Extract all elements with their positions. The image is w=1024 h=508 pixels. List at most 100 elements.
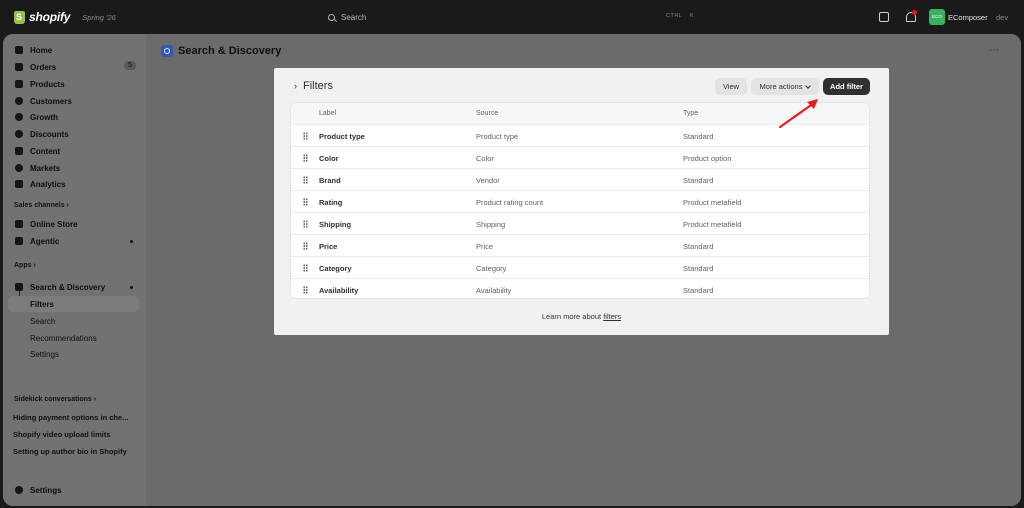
agentic-icon: [15, 237, 23, 245]
sidebar-item-growth[interactable]: Growth: [8, 109, 139, 125]
more-options-icon[interactable]: ⋯: [989, 45, 1000, 56]
store-suffix: dev: [996, 13, 1009, 22]
sidebar-item-settings[interactable]: Settings: [8, 482, 139, 498]
conversation-item[interactable]: Shopify video upload limits: [13, 430, 111, 439]
filter-source: Price: [476, 242, 494, 251]
filter-type: Standard: [683, 286, 714, 295]
more-actions-button[interactable]: More actions: [751, 78, 819, 95]
table-row[interactable]: Category Category Standard: [291, 257, 869, 279]
sidebar-item-analytics[interactable]: Analytics: [8, 176, 139, 192]
filter-source: Product rating count: [476, 198, 544, 207]
more-actions-label: More actions: [759, 82, 803, 91]
sidebar-item-markets[interactable]: Markets: [8, 160, 139, 176]
sidebar-subitem-recommendations[interactable]: Recommendations: [8, 330, 139, 346]
store-avatar[interactable]: ECO: [929, 9, 945, 25]
sidebar-subitem-label: Search: [30, 316, 56, 326]
section-label-text: Sales channels: [14, 202, 65, 209]
annotation-arrow-icon: [778, 99, 818, 129]
sidebar-subitem-label: Recommendations: [30, 333, 97, 343]
sidebar-item-label: Orders: [30, 62, 57, 72]
sidebar-item-home[interactable]: Home: [8, 42, 139, 58]
search-discovery-app-icon: [161, 45, 173, 57]
search-bar[interactable]: Search CTRL K: [322, 9, 702, 26]
page-title: Search & Discovery: [161, 45, 281, 57]
learn-more-text: Learn more about filters: [274, 312, 889, 321]
filter-type: Standard: [683, 242, 714, 251]
page-title-text: Search & Discovery: [178, 45, 282, 57]
shopify-logo[interactable]: shopify Spring '26: [14, 10, 116, 24]
sidebar-subitem-search[interactable]: Search: [8, 313, 139, 329]
conversation-item[interactable]: Hiding payment options in che...: [13, 413, 128, 422]
filter-type: Standard: [683, 132, 714, 141]
section-label-text: Apps: [14, 262, 32, 269]
table-row[interactable]: Brand Vendor Standard: [291, 169, 869, 191]
filter-type: Product metafield: [683, 198, 742, 207]
sidebar-item-label: Customers: [30, 96, 72, 106]
discount-icon: [15, 130, 23, 138]
sidebar-subitem-settings[interactable]: Settings: [8, 346, 139, 362]
sidebar-item-products[interactable]: Products: [8, 76, 139, 92]
shopify-bag-icon: [14, 10, 25, 24]
column-header-label: Label: [319, 110, 337, 117]
sidebar-item-content[interactable]: Content: [8, 143, 139, 159]
filters-title: Filters: [303, 80, 333, 92]
table-row[interactable]: Rating Product rating count Product meta…: [291, 191, 869, 213]
drag-handle-icon[interactable]: [303, 176, 308, 184]
drag-handle-icon[interactable]: [303, 220, 308, 228]
view-button[interactable]: View: [715, 78, 747, 95]
filter-type: Product metafield: [683, 220, 742, 229]
filter-type: Standard: [683, 264, 714, 273]
inbox-icon[interactable]: [879, 12, 889, 22]
home-icon: [15, 46, 23, 54]
filter-source: Color: [476, 154, 494, 163]
section-label-text: Sidekick conversations: [14, 396, 92, 403]
orders-icon: [15, 63, 23, 71]
filter-label: Product type: [319, 132, 365, 141]
table-row[interactable]: Color Color Product option: [291, 147, 869, 169]
brand-name: shopify: [29, 10, 71, 24]
sidebar-item-label: Markets: [30, 163, 61, 173]
store-name[interactable]: EComposer: [948, 13, 988, 22]
sidebar-item-customers[interactable]: Customers: [8, 93, 139, 109]
search-placeholder: Search: [341, 13, 367, 22]
sidebar-subitem-filters[interactable]: Filters: [8, 296, 139, 312]
sales-channels-heading[interactable]: Sales channels ›: [14, 202, 69, 209]
growth-icon: [15, 113, 23, 121]
filter-label: Price: [319, 242, 338, 251]
sidebar-item-search-discovery[interactable]: Search & Discovery: [8, 279, 139, 295]
sidebar-item-orders[interactable]: Orders 5: [8, 59, 139, 75]
sidebar-subitem-label: Settings: [30, 349, 59, 359]
status-dot: [130, 240, 133, 243]
sidebar-item-agentic[interactable]: Agentic: [8, 233, 139, 249]
analytics-bar-icon: [15, 180, 23, 188]
top-bar: shopify Spring '26 Search CTRL K ECO ECo…: [0, 0, 1024, 34]
sidebar-item-label: Search & Discovery: [30, 282, 106, 292]
filter-label: Color: [319, 154, 339, 163]
drag-handle-icon[interactable]: [303, 154, 308, 162]
table-row[interactable]: Shipping Shipping Product metafield: [291, 213, 869, 235]
content-icon: [15, 147, 23, 155]
drag-handle-icon[interactable]: [303, 198, 308, 206]
filter-label: Shipping: [319, 220, 352, 229]
drag-handle-icon[interactable]: [303, 242, 308, 250]
drag-handle-icon[interactable]: [303, 286, 308, 294]
sidebar-item-label: Discounts: [30, 129, 69, 139]
filters-help-link[interactable]: filters: [603, 312, 621, 321]
add-filter-button[interactable]: Add filter: [823, 78, 870, 95]
drag-handle-icon[interactable]: [303, 132, 308, 140]
sidebar-item-label: Settings: [30, 485, 62, 495]
table-row[interactable]: Availability Availability Standard: [291, 279, 869, 298]
sidebar-subitem-label: Filters: [30, 299, 55, 309]
orders-count-badge: 5: [124, 61, 136, 70]
chevron-down-icon: [805, 82, 812, 89]
apps-heading[interactable]: Apps ›: [14, 262, 36, 269]
drag-handle-icon[interactable]: [303, 264, 308, 272]
sidebar-item-online-store[interactable]: Online Store: [8, 216, 139, 232]
conversation-item[interactable]: Setting up author bio in Shopify: [13, 447, 127, 456]
sidebar-item-discounts[interactable]: Discounts: [8, 126, 139, 142]
sidebar-item-label: Growth: [30, 112, 58, 122]
sidebar-item-label: Agentic: [30, 236, 60, 246]
sidekick-heading[interactable]: Sidekick conversations ›: [14, 396, 96, 403]
table-row[interactable]: Price Price Standard: [291, 235, 869, 257]
filters-header[interactable]: › Filters: [294, 80, 333, 92]
